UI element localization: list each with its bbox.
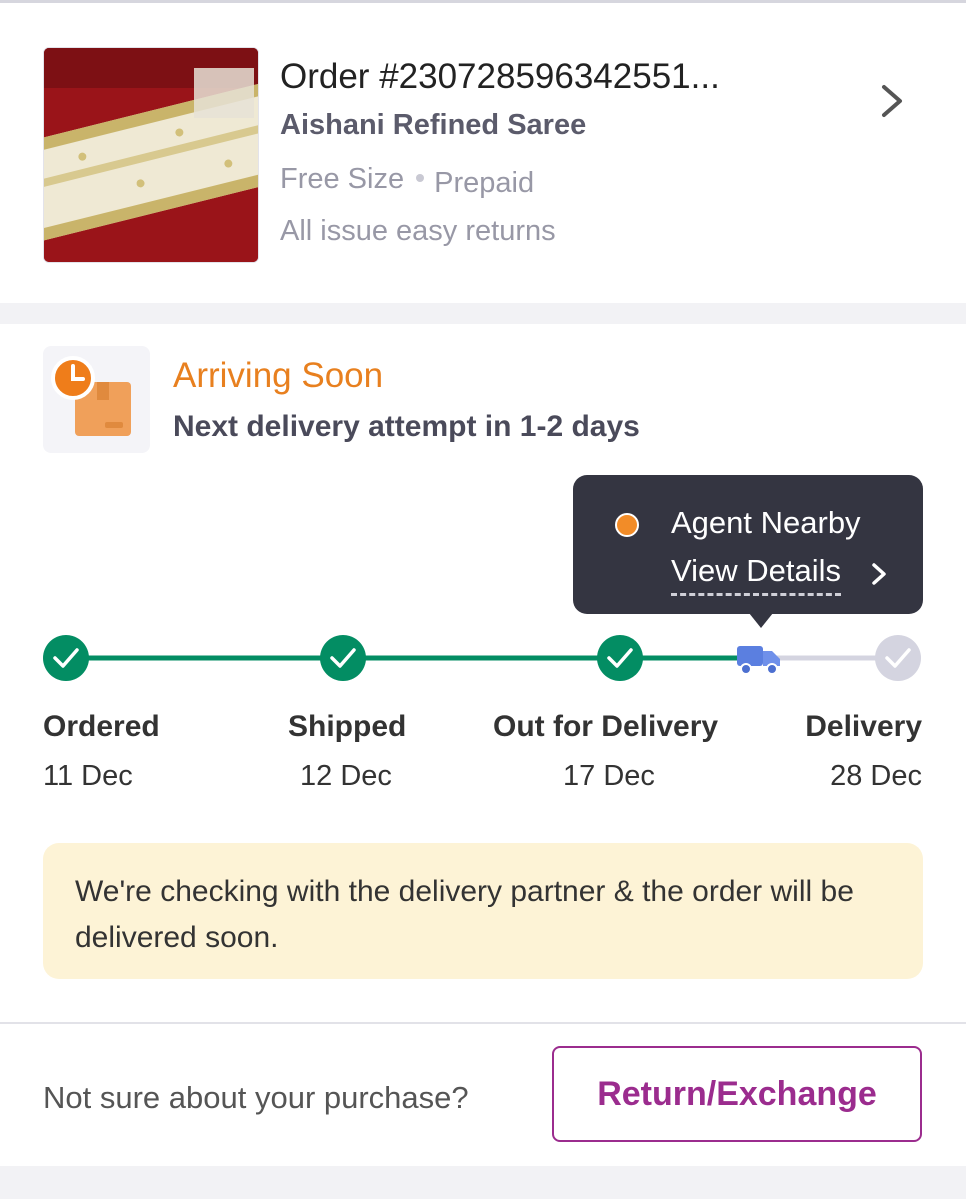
delivery-clock-box-icon — [43, 346, 150, 453]
step-label-delivery: Delivery — [805, 710, 922, 743]
step-label-ordered: Ordered — [43, 710, 160, 743]
step-date-ordered: 11 Dec — [43, 760, 133, 792]
order-number: Order #230728596342551... — [280, 57, 720, 96]
section-divider — [0, 1022, 966, 1024]
step-check-ordered — [43, 635, 89, 681]
step-date-out-for-delivery: 17 Dec — [563, 760, 655, 792]
step-check-delivery-pending — [875, 635, 921, 681]
size-label: Free Size — [280, 163, 405, 195]
step-date-delivery: 28 Dec — [830, 760, 922, 792]
status-title: Arriving Soon — [173, 356, 384, 395]
agent-label: Agent Nearby — [671, 505, 861, 540]
order-summary-card[interactable]: Order #230728596342551... Aishani Refine… — [0, 3, 966, 303]
step-check-out-for-delivery — [597, 635, 643, 681]
payment-method: Prepaid — [434, 167, 535, 199]
progress-tracker — [43, 635, 921, 681]
step-label-out-for-delivery: Out for Delivery — [493, 710, 719, 743]
returns-policy: All issue easy returns — [280, 215, 556, 247]
view-details-link[interactable]: View Details — [671, 553, 842, 596]
product-name: Aishani Refined Saree — [280, 109, 587, 141]
status-subtitle: Next delivery attempt in 1-2 days — [173, 410, 640, 443]
product-meta: Free Size Prepaid — [280, 163, 535, 199]
purchase-prompt: Not sure about your purchase? — [43, 1080, 469, 1115]
return-exchange-button[interactable]: Return/Exchange — [552, 1046, 922, 1142]
truck-icon — [737, 646, 780, 675]
chevron-right-icon[interactable] — [872, 81, 912, 121]
chevron-right-icon[interactable] — [869, 561, 891, 587]
separator-dot — [416, 174, 425, 183]
step-label-shipped: Shipped — [288, 710, 407, 743]
agent-status-dot — [615, 513, 639, 537]
step-check-shipped — [320, 635, 366, 681]
product-thumbnail[interactable] — [43, 47, 259, 263]
delivery-info-banner: We're checking with the delivery partner… — [43, 843, 923, 979]
agent-tooltip[interactable]: Agent Nearby View Details — [573, 475, 923, 628]
tracking-card: Arriving Soon Next delivery attempt in 1… — [0, 324, 966, 1166]
step-date-shipped: 12 Dec — [300, 760, 392, 792]
